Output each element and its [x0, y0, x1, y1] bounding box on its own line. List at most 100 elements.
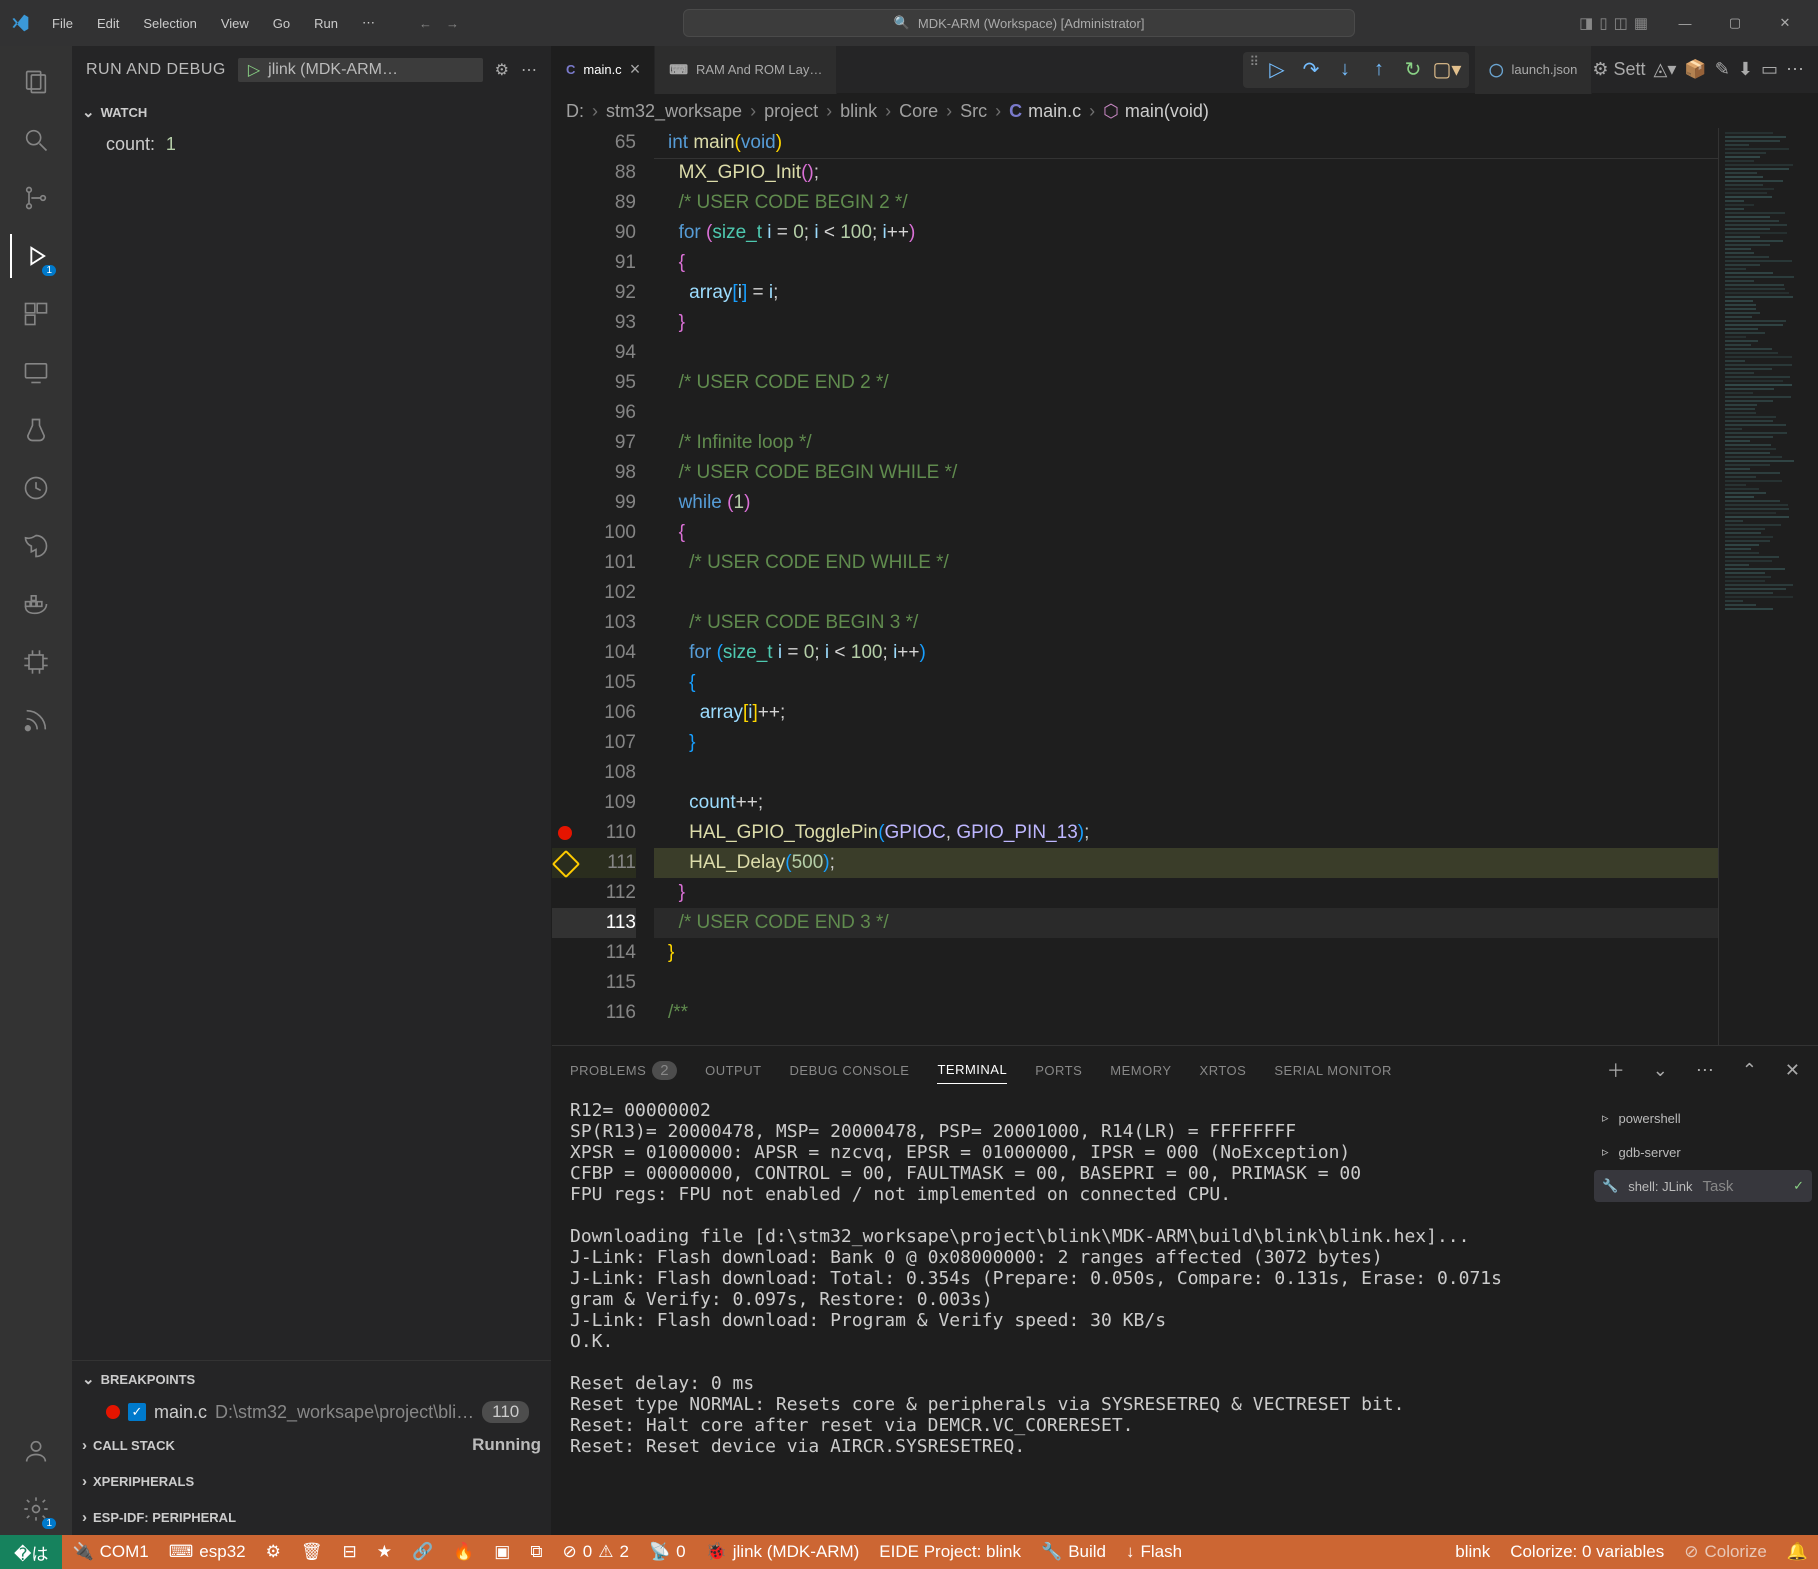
activity-docker-icon[interactable] — [10, 578, 62, 630]
line-number[interactable]: 106 — [552, 698, 636, 728]
line-number[interactable]: 104 — [552, 638, 636, 668]
code-line[interactable]: MX_GPIO_Init(); — [654, 158, 1718, 188]
panel-more-icon[interactable]: ⋯ — [1696, 1060, 1714, 1081]
code-line[interactable]: /* USER CODE BEGIN 3 */ — [654, 608, 1718, 638]
line-number[interactable]: 93 — [552, 308, 636, 338]
code-line[interactable]: for (size_t i = 0; i < 100; i++) — [654, 638, 1718, 668]
panel-maximize-icon[interactable]: ⌃ — [1742, 1060, 1757, 1081]
panel-tab[interactable]: PROBLEMS2 — [570, 1056, 677, 1085]
status-target[interactable]: blink — [1445, 1535, 1500, 1569]
editor-tab[interactable]: ◯launch.json — [1475, 46, 1592, 94]
status-radio[interactable]: 📡 0 — [639, 1535, 696, 1569]
line-number[interactable]: 114 — [552, 938, 636, 968]
code-line[interactable]: } — [654, 728, 1718, 758]
line-number[interactable]: 92 — [552, 278, 636, 308]
tab-close-icon[interactable]: × — [630, 59, 641, 80]
code-line[interactable]: /* USER CODE END 3 */ — [654, 908, 1718, 938]
line-number[interactable]: 107 — [552, 728, 636, 758]
debug-continue-icon[interactable]: ▷ — [1261, 54, 1293, 86]
line-number[interactable]: 90 — [552, 218, 636, 248]
status-flame[interactable]: 🔥 — [443, 1535, 484, 1569]
activity-source-control-icon[interactable] — [10, 172, 62, 224]
breadcrumb-item[interactable]: blink — [840, 101, 877, 122]
panel-tab[interactable]: PORTS — [1035, 1057, 1082, 1084]
status-project[interactable]: EIDE Project: blink — [869, 1535, 1031, 1569]
breadcrumb-item[interactable]: ⬡ main(void) — [1103, 101, 1209, 122]
minimap[interactable] — [1718, 128, 1818, 1045]
debug-stepover-icon[interactable]: ↷ — [1295, 54, 1327, 86]
debug-config-selector[interactable]: ▷ jlink (MDK-ARM… — [238, 58, 483, 82]
activity-debug-icon[interactable]: 1 — [10, 230, 62, 282]
gutter[interactable]: 6588899091929394959697989910010110210310… — [552, 128, 654, 1045]
status-star[interactable]: ★ — [367, 1535, 402, 1569]
section-watch-header[interactable]: ⌄WATCH — [72, 94, 551, 130]
line-number[interactable]: 88 — [552, 158, 636, 188]
status-build[interactable]: 🔧 Build — [1031, 1535, 1116, 1569]
code-editor[interactable]: 6588899091929394959697989910010110210310… — [552, 128, 1818, 1045]
terminal-item[interactable]: 🔧shell: JLink Task✓ — [1594, 1170, 1812, 1202]
editor-tab[interactable]: Cmain.c× — [552, 46, 655, 94]
activity-accounts-icon[interactable] — [10, 1425, 62, 1477]
status-bell[interactable]: 🔔 — [1777, 1535, 1818, 1569]
code-line[interactable]: array[i]++; — [654, 698, 1718, 728]
status-colorize2[interactable]: ⊘ Colorize — [1674, 1535, 1777, 1569]
code-line[interactable] — [654, 968, 1718, 998]
activity-timeline-icon[interactable] — [10, 462, 62, 514]
line-number[interactable]: 99 — [552, 488, 636, 518]
layout-primary-icon[interactable]: ◨ — [1579, 14, 1593, 32]
editor-action[interactable]: ▭ — [1761, 59, 1778, 80]
debug-stepinto-icon[interactable]: ↓ — [1329, 54, 1361, 86]
code-line[interactable]: /** — [654, 998, 1718, 1028]
window-minimize-icon[interactable]: — — [1662, 5, 1708, 41]
debug-drag-icon[interactable]: ⠿ — [1249, 54, 1259, 86]
editor-tab[interactable]: ⌨RAM And ROM Lay… — [655, 46, 837, 94]
breakpoint-item[interactable]: ✓main.c D:\stm32_worksape\project\bli… 1… — [72, 1397, 551, 1427]
window-maximize-icon[interactable]: ▢ — [1712, 5, 1758, 41]
code-line[interactable]: } — [654, 878, 1718, 908]
status-link[interactable]: 🔗 — [402, 1535, 443, 1569]
line-number[interactable]: 97 — [552, 428, 636, 458]
layout-customize-icon[interactable]: ▦ — [1634, 14, 1648, 32]
breadcrumb-item[interactable]: Src — [960, 101, 987, 122]
activity-rss-icon[interactable] — [10, 694, 62, 746]
nav-back-icon[interactable]: ← — [419, 16, 432, 31]
debug-stop-icon[interactable]: ▢▾ — [1431, 54, 1463, 86]
line-number[interactable]: 108 — [552, 758, 636, 788]
line-number[interactable]: 113 — [552, 908, 636, 938]
activity-testing-icon[interactable] — [10, 404, 62, 456]
code-line[interactable]: array[i] = i; — [654, 278, 1718, 308]
panel-tab[interactable]: TERMINAL — [937, 1056, 1007, 1084]
status-monitor[interactable]: ▣ — [484, 1535, 520, 1569]
command-center[interactable]: 🔍 MDK-ARM (Workspace) [Administrator] — [683, 9, 1355, 37]
editor-action[interactable]: ✎ — [1715, 59, 1730, 80]
status-gear[interactable]: ⚙ — [256, 1535, 291, 1569]
code-line[interactable] — [654, 578, 1718, 608]
status-colorize[interactable]: Colorize: 0 variables — [1500, 1535, 1674, 1569]
layout-secondary-icon[interactable]: ◫ — [1614, 14, 1628, 32]
code-line[interactable]: { — [654, 518, 1718, 548]
line-number[interactable]: 116 — [552, 998, 636, 1028]
status-flash[interactable]: ↓ Flash — [1116, 1535, 1192, 1569]
menu-selection[interactable]: Selection — [133, 12, 206, 35]
line-number[interactable]: 110 — [552, 818, 636, 848]
code-line[interactable]: { — [654, 248, 1718, 278]
menu-more[interactable]: ⋯ — [352, 11, 385, 35]
code-line[interactable]: HAL_GPIO_TogglePin(GPIOC, GPIO_PIN_13); — [654, 818, 1718, 848]
breakpoint-checkbox[interactable]: ✓ — [128, 1403, 146, 1421]
code-line[interactable]: /* Infinite loop */ — [654, 428, 1718, 458]
status-errors[interactable]: ⊘ 0 ⚠ 2 — [553, 1535, 639, 1569]
code-lines[interactable]: int main(void) MX_GPIO_Init(); /* USER C… — [654, 128, 1718, 1028]
panel-tab[interactable]: OUTPUT — [705, 1057, 761, 1084]
line-number[interactable]: 101 — [552, 548, 636, 578]
debug-restart-icon[interactable]: ↻ — [1397, 54, 1429, 86]
line-number[interactable]: 100 — [552, 518, 636, 548]
activity-extensions-icon[interactable] — [10, 288, 62, 340]
panel-new-icon[interactable]: ＋ — [1607, 1057, 1625, 1083]
line-number[interactable]: 105 — [552, 668, 636, 698]
line-number[interactable]: 89 — [552, 188, 636, 218]
menu-edit[interactable]: Edit — [87, 12, 129, 35]
code-line[interactable]: /* USER CODE END 2 */ — [654, 368, 1718, 398]
editor-action[interactable]: ⬇ — [1738, 59, 1753, 80]
activity-env-icon[interactable] — [10, 520, 62, 572]
panel-dropdown-icon[interactable]: ⌄ — [1653, 1060, 1668, 1081]
